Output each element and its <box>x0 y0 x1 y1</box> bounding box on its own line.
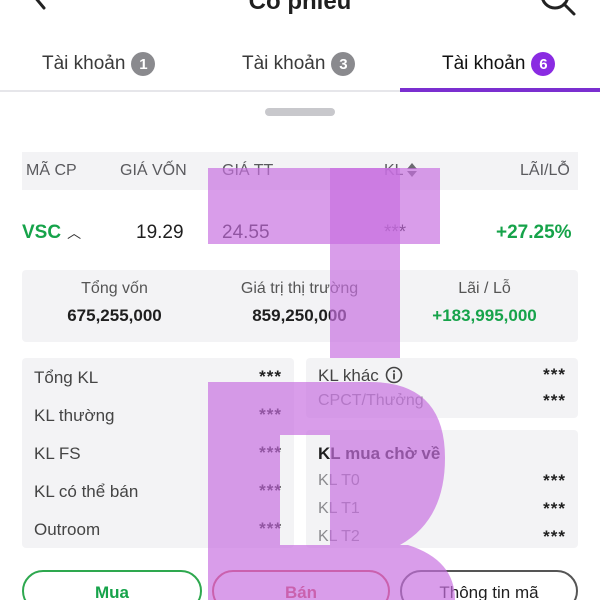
page-title: Cổ phiếu <box>248 0 352 15</box>
sort-icon[interactable] <box>406 163 417 177</box>
tab-label: Tài khoản <box>242 53 326 74</box>
bonus-shares-value: *** <box>543 391 566 410</box>
market-value-label: Giá trị thị trường <box>240 280 359 297</box>
active-tab-indicator <box>400 88 600 92</box>
header-profit-loss: LÃI/LỖ <box>520 162 570 179</box>
header-volume-label: KL <box>384 162 404 179</box>
top-bar: Cổ phiếu <box>0 0 600 22</box>
t2-volume-label: KL T2 <box>318 528 360 545</box>
total-volume-label: Tổng KL <box>34 368 99 387</box>
table-row[interactable]: VSC ︿ 19.29 24.55 *** +27.25% <box>22 214 578 254</box>
position-summary: Tổng vốn 675,255,000 Giá trị thị trường … <box>22 270 578 342</box>
list-item: CPCT/Thưởng *** <box>306 388 578 414</box>
total-volume-value: *** <box>259 367 282 386</box>
bonus-shares-label: CPCT/Thưởng <box>318 392 424 409</box>
outroom-label: Outroom <box>34 520 101 539</box>
tab-label: Tài khoản <box>42 53 126 74</box>
chevron-up-icon[interactable]: ︿ <box>67 225 81 241</box>
stock-info-button[interactable]: Thông tin mã <box>400 570 578 600</box>
tab-label: Tài khoản <box>442 53 526 74</box>
t1-volume-label: KL T1 <box>318 500 360 517</box>
total-capital-value: 675,255,000 <box>67 306 162 325</box>
tab-count-badge: 6 <box>531 52 556 76</box>
list-item: KL thường *** <box>22 402 294 428</box>
list-item: KL T1 *** <box>306 496 578 522</box>
outroom-value: *** <box>259 519 282 538</box>
market-price-cell: 24.55 <box>222 222 270 243</box>
pending-buy-title: KL mua chờ về <box>318 444 441 463</box>
profit-loss-cell: +27.25% <box>496 222 572 243</box>
list-item: KL FS *** <box>22 440 294 466</box>
normal-volume-value: *** <box>259 405 282 424</box>
tab-account-6[interactable]: Tài khoản 6 <box>442 46 556 82</box>
tab-account-3[interactable]: Tài khoản 3 <box>242 46 356 82</box>
symbol-cell[interactable]: VSC ︿ <box>22 222 81 244</box>
profit-loss-label: Lãi / Lỗ <box>458 280 511 297</box>
account-tabs: Tài khoản 1 Tài khoản 3 Tài khoản 6 <box>0 36 600 92</box>
symbol-text: VSC <box>22 222 62 243</box>
header-volume[interactable]: KL <box>384 162 417 180</box>
other-volume-value: *** <box>543 365 566 384</box>
other-volume-label: KL khác <box>318 366 403 386</box>
list-item: KL mua chờ về <box>306 440 578 466</box>
action-bar: Mua Bán Thông tin mã <box>0 570 600 600</box>
fs-volume-label: KL FS <box>34 444 81 463</box>
t1-volume-value: *** <box>543 499 566 518</box>
market-value-value: 859,250,000 <box>252 306 347 325</box>
summary-market-value: Giá trị thị trường 859,250,000 <box>207 280 392 326</box>
list-item: Outroom *** <box>22 516 294 542</box>
list-item: KL T0 *** <box>306 468 578 494</box>
sellable-volume-label: KL có thể bán <box>34 482 139 501</box>
list-item: KL có thể bán *** <box>22 478 294 504</box>
summary-total-capital: Tổng vốn 675,255,000 <box>22 280 207 326</box>
tab-account-1[interactable]: Tài khoản 1 <box>42 46 156 82</box>
fs-volume-value: *** <box>259 443 282 462</box>
t2-volume-value: *** <box>543 527 566 546</box>
volume-cell: *** <box>384 222 407 243</box>
list-item: KL T2 *** <box>306 524 578 550</box>
table-header-row: MÃ CP GIÁ VỐN GIÁ TT KL LÃI/LỖ <box>22 152 578 190</box>
total-capital-label: Tổng vốn <box>81 280 148 297</box>
search-icon[interactable] <box>538 0 578 18</box>
tab-count-badge: 1 <box>131 52 156 76</box>
list-item: Tổng KL *** <box>22 364 294 390</box>
other-volume-label-text: KL khác <box>318 366 379 385</box>
t0-volume-label: KL T0 <box>318 472 360 489</box>
sellable-volume-value: *** <box>259 481 282 500</box>
tab-count-badge: 3 <box>331 52 356 76</box>
profit-loss-value: +183,995,000 <box>432 306 537 325</box>
sell-button[interactable]: Bán <box>212 570 390 600</box>
cost-price-cell: 19.29 <box>136 222 184 243</box>
volume-detail-panel: Tổng KL *** KL thường *** KL FS *** KL c… <box>22 358 294 548</box>
pending-buy-panel: KL mua chờ về KL T0 *** KL T1 *** KL T2 … <box>306 430 578 548</box>
header-cost-price: GIÁ VỐN <box>120 162 187 179</box>
sheet-drag-handle[interactable] <box>265 108 335 116</box>
list-item: KL khác *** <box>306 362 578 388</box>
info-icon[interactable] <box>385 366 403 384</box>
other-volume-panel: KL khác *** CPCT/Thưởng *** <box>306 358 578 418</box>
t0-volume-value: *** <box>543 471 566 490</box>
normal-volume-label: KL thường <box>34 406 115 425</box>
header-symbol: MÃ CP <box>26 162 77 179</box>
summary-profit-loss: Lãi / Lỗ +183,995,000 <box>392 280 577 326</box>
buy-button[interactable]: Mua <box>22 570 202 600</box>
header-market-price: GIÁ TT <box>222 162 274 179</box>
